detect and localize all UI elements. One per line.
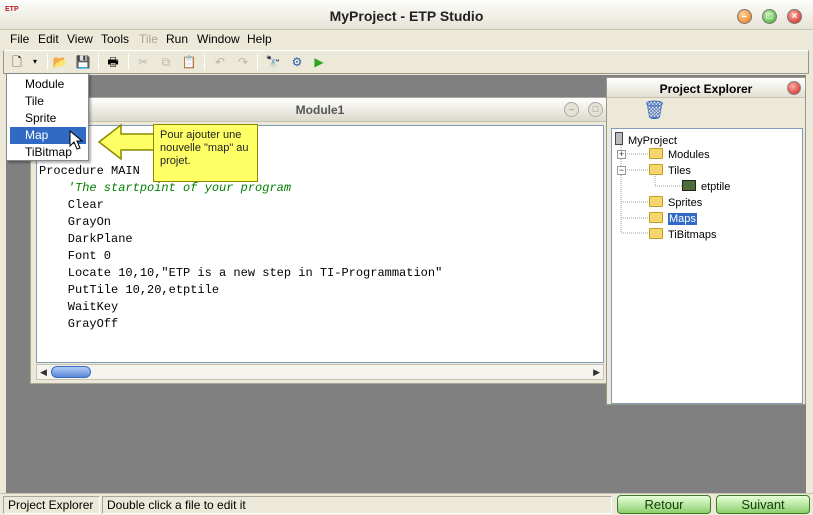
menu-bar: File Edit View Tools Tile Run Window Hel… <box>0 30 813 50</box>
close-icon: × <box>791 11 798 22</box>
folder-icon <box>649 196 663 207</box>
status-bar: Project Explorer Double click a file to … <box>0 493 813 515</box>
back-button[interactable]: Retour <box>617 495 711 514</box>
code-line: Locate 10,10,"ETP is a new step in TI-Pr… <box>39 266 443 280</box>
callout-text: Pour ajouter une nouvelle "map" au proje… <box>153 124 258 182</box>
run-icon[interactable]: ▶ <box>310 53 328 71</box>
window-title: MyProject - ETP Studio <box>329 8 484 24</box>
project-explorer-panel: Project Explorer 🗑 MyProject + Modules −… <box>606 77 806 405</box>
minimize-button[interactable]: – <box>737 9 752 24</box>
tree-item-tibitmaps[interactable]: TiBitmaps <box>649 228 717 243</box>
project-explorer-title: Project Explorer <box>659 82 753 96</box>
print-icon[interactable]: 🖶 <box>104 53 122 71</box>
settings-icon[interactable]: ⚙ <box>288 53 306 71</box>
code-line: PutTile 10,20,etptile <box>39 283 220 297</box>
mouse-cursor-icon <box>69 129 84 154</box>
module-window-titlebar[interactable]: Module1 – □ <box>31 98 609 122</box>
scrollbar-thumb[interactable] <box>51 366 91 378</box>
scroll-left-icon[interactable]: ◀ <box>40 365 47 379</box>
tile-icon <box>682 180 696 191</box>
expand-modules-icon[interactable]: + <box>617 150 626 159</box>
find-icon[interactable]: 🔭 <box>264 53 282 71</box>
chevron-down-icon[interactable]: ▾ <box>26 53 44 71</box>
tree-item-maps[interactable]: Maps <box>649 212 697 227</box>
menu-help[interactable]: Help <box>247 32 272 46</box>
tree-item-tiles[interactable]: Tiles <box>649 164 691 179</box>
code-line: GrayOn <box>39 215 112 229</box>
arrow-left-icon <box>97 123 156 161</box>
module-minimize-button[interactable]: – <box>564 102 579 117</box>
code-line: GrayOff <box>39 317 119 331</box>
folder-icon <box>649 212 663 223</box>
panel-close-button[interactable] <box>787 81 801 95</box>
open-folder-icon[interactable]: 📂 <box>51 53 69 71</box>
next-button[interactable]: Suivant <box>716 495 810 514</box>
copy-icon[interactable]: ⧉ <box>157 53 175 71</box>
title-bar: ETP MyProject - ETP Studio – □ × <box>0 0 813 30</box>
minimize-icon: – <box>741 11 748 22</box>
menu-edit[interactable]: Edit <box>38 32 59 46</box>
paste-icon[interactable]: 📋 <box>180 53 198 71</box>
redo-icon[interactable]: ↷ <box>234 53 252 71</box>
dropdown-item-tile[interactable]: Tile <box>10 93 86 110</box>
calculator-icon <box>615 132 623 145</box>
menu-file[interactable]: File <box>10 32 29 46</box>
collapse-tiles-icon[interactable]: − <box>617 166 626 175</box>
menu-view[interactable]: View <box>67 32 93 46</box>
dropdown-item-sprite[interactable]: Sprite <box>10 110 86 127</box>
menu-tile[interactable]: Tile <box>139 32 158 46</box>
tree-item-sprites[interactable]: Sprites <box>649 196 702 211</box>
code-line: Clear <box>39 198 104 212</box>
code-line: Font 0 <box>39 249 112 263</box>
cut-icon[interactable]: ✂ <box>134 53 152 71</box>
maximize-button[interactable]: □ <box>762 9 777 24</box>
scroll-right-icon[interactable]: ▶ <box>593 365 600 379</box>
menu-run[interactable]: Run <box>166 32 188 46</box>
project-explorer-titlebar: Project Explorer <box>607 78 805 98</box>
tree-item-etptile[interactable]: etptile <box>682 180 730 195</box>
code-line: DarkPlane <box>39 232 133 246</box>
tree-item-modules[interactable]: Modules <box>649 148 710 163</box>
menu-window[interactable]: Window <box>197 32 240 46</box>
trash-icon[interactable]: 🗑 <box>643 100 666 121</box>
dropdown-item-module[interactable]: Module <box>10 76 86 93</box>
save-icon[interactable]: 💾 <box>74 53 92 71</box>
new-file-icon[interactable]: 🗋 <box>8 53 26 71</box>
folder-icon <box>649 164 663 175</box>
folder-icon <box>649 148 663 159</box>
toolbar: 🗋 ▾ 📂 💾 🖶 ✂ ⧉ 📋 ↶ ↷ 🔭 ⚙ ▶ <box>3 50 809 74</box>
undo-icon[interactable]: ↶ <box>211 53 229 71</box>
status-panel-explorer: Project Explorer <box>3 496 100 514</box>
project-tree: MyProject + Modules − Tiles etptile Spri… <box>611 128 803 404</box>
module-window-title: Module1 <box>295 103 345 117</box>
close-button[interactable]: × <box>787 9 802 24</box>
tree-item-root[interactable]: MyProject <box>615 132 677 149</box>
module-maximize-button[interactable]: □ <box>588 102 603 117</box>
folder-icon <box>649 228 663 239</box>
maximize-icon: □ <box>766 11 773 22</box>
tutorial-callout: Pour ajouter une nouvelle "map" au proje… <box>97 120 262 185</box>
horizontal-scrollbar[interactable]: ◀ ▶ <box>36 364 604 380</box>
status-panel-hint: Double click a file to edit it <box>102 496 612 514</box>
code-line: WaitKey <box>39 300 119 314</box>
menu-tools[interactable]: Tools <box>101 32 129 46</box>
